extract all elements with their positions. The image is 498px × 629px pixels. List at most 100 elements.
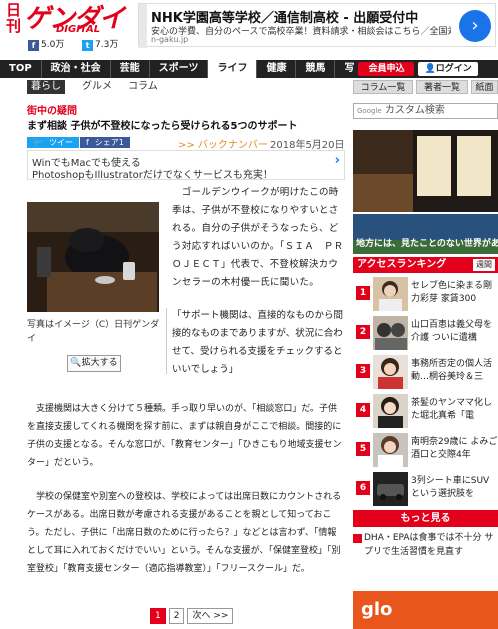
article-photo[interactable]: [27, 202, 159, 312]
chevron-right-icon[interactable]: ›: [459, 10, 491, 42]
nav-top[interactable]: TOP: [0, 60, 42, 78]
rank-number: 6: [356, 481, 370, 495]
signup-button[interactable]: 会員申込: [358, 62, 415, 76]
ranking-item-3[interactable]: 3 事務所否定の個人活動…桐谷美玲＆三: [353, 355, 498, 393]
rank-thumbnail: [373, 472, 408, 506]
banner-image: [353, 130, 498, 212]
inline-ad[interactable]: WinでもMacでも使える PhotoshopもIllustratorだけでなく…: [27, 150, 345, 181]
nav-life[interactable]: ライフ: [208, 60, 258, 78]
top-ad-banner[interactable]: NHK学園高等学校／通信制高校 - 出願受付中 安心の学費、自分のペースで高校卒…: [138, 3, 496, 48]
rank-text: 3列シート車にSUVという選択肢を: [411, 476, 490, 499]
ranking-item-4[interactable]: 4 茶髪のヤンママ化した堀北真希「電: [353, 394, 498, 432]
more-header[interactable]: もっと見る: [353, 510, 498, 527]
banner-text: 地方には、見たことのない世界がある。: [356, 239, 498, 249]
rank-thumbnail: [373, 277, 408, 311]
subnav-gourmet[interactable]: グルメ: [82, 80, 112, 94]
rank-text: 南明奈29歳に よみご酒口と交際4年: [411, 437, 498, 460]
main-nav: TOP 政治・社会 芸能 スポーツ ライフ 健康 競馬 写 会員申込 👤ログイン: [0, 60, 498, 78]
article-quote: 「サポート機関は、直接的なものから間接的なものまでありますが、状況に合わせて、受…: [172, 310, 344, 375]
article-paragraph-2: 支援機関は大きく分けて５種類。手っ取り早いのが、「相談窓口」だ。子供を直接支援し…: [27, 404, 342, 468]
nav-health[interactable]: 健康: [257, 60, 297, 78]
page-2[interactable]: 2: [168, 608, 185, 624]
share-label: シェア1: [94, 138, 124, 147]
more-item-text: DHA・EPAは食事では不十分 サプリで生活習慣を見直す: [364, 533, 494, 557]
sidebar-banner-1[interactable]: [353, 130, 498, 212]
search-icon: 🔍: [70, 358, 82, 368]
rank-number: 1: [356, 286, 370, 300]
sidebar-banner-2[interactable]: 地方には、見たことのない世界がある。: [353, 214, 498, 254]
more-item[interactable]: DHA・EPAは食事では不十分 サプリで生活習慣を見直す: [353, 531, 498, 559]
ranking-header: アクセスランキング 週間: [353, 257, 498, 273]
column-list-button[interactable]: コラム一覧: [353, 80, 413, 94]
site-logo[interactable]: 日刊 ゲンダイ DIGITAL: [4, 0, 125, 40]
rank-thumbnail: [373, 316, 408, 350]
login-label: ログイン: [435, 64, 472, 74]
next-page-button[interactable]: 次へ >>: [187, 608, 234, 624]
twitter-follow[interactable]: t 7.3万: [82, 39, 118, 51]
sub-nav: 暮らし グルメ コラム コラム一覧 著者一覧 紙面: [0, 80, 498, 94]
share-bar: 🐦 ツイー f シェア1: [27, 137, 130, 148]
nav-photo[interactable]: 写: [335, 60, 356, 78]
facebook-follow[interactable]: f 5.0万: [28, 39, 64, 51]
zoom-label: 拡大する: [81, 358, 118, 368]
page-1[interactable]: 1: [150, 608, 166, 624]
rank-text: セレブ色に染まる剛力彩芽 家賃300: [411, 281, 493, 304]
rank-text: 事務所否定の個人活動…桐谷美玲＆三: [411, 359, 493, 382]
ranking-item-5[interactable]: 5 南明奈29歳に よみご酒口と交際4年: [353, 433, 498, 471]
facebook-icon: f: [85, 138, 89, 147]
article-headline: まず相談 子供が不登校になったら受けられる5つのサポート: [27, 121, 298, 132]
article-paragraph-3: 学校の保健室や別室への登校は、学校によっては出席日数にカウントされるケースがある…: [27, 492, 342, 574]
ranking-weekly-tab[interactable]: 週間: [473, 259, 495, 271]
backnumber-link[interactable]: >> バックナンバー: [178, 136, 268, 151]
author-list-button[interactable]: 著者一覧: [416, 80, 468, 94]
nav-entertainment[interactable]: 芸能: [111, 60, 150, 78]
nav-keiba[interactable]: 競馬: [296, 60, 336, 78]
quote-divider: [166, 308, 167, 374]
rank-text: 山口百恵は義父母を介護 ついに遺構: [411, 320, 493, 343]
rank-number: 3: [356, 364, 370, 378]
rank-text: 茶髪のヤンママ化した堀北真希「電: [411, 398, 493, 421]
article-paragraph-1: ゴールデンウイークが明けたこの時季は、子供が不登校になりやすいとされる。自分の子…: [172, 187, 344, 288]
share-button[interactable]: f シェア1: [79, 137, 130, 148]
tweet-button[interactable]: 🐦 ツイー: [27, 137, 79, 148]
rank-number: 2: [356, 325, 370, 339]
paper-button[interactable]: 紙面: [471, 80, 498, 94]
nav-sports[interactable]: スポーツ: [150, 60, 209, 78]
rank-thumbnail: [373, 394, 408, 428]
ranking-item-1[interactable]: 1 セレブ色に染まる剛力彩芽 家賃300: [353, 277, 498, 315]
tweet-label: ツイー: [48, 138, 73, 147]
zoom-button[interactable]: 🔍拡大する: [67, 355, 121, 372]
ranking-item-6[interactable]: 6 3列シート車にSUVという選択肢を: [353, 472, 498, 510]
login-button[interactable]: 👤ログイン: [418, 62, 478, 76]
article-date: 2018年5月20日: [270, 140, 345, 151]
top-ad-url: n-gaku.jp: [151, 35, 189, 44]
twitter-count: 7.3万: [95, 40, 119, 50]
more-list: DHA・EPAは食事では不十分 サプリで生活習慣を見直す: [353, 531, 498, 559]
rank-number: 4: [356, 403, 370, 417]
glo-banner[interactable]: glo: [353, 591, 498, 629]
rank-thumbnail: [373, 433, 408, 467]
nav-politics[interactable]: 政治・社会: [42, 60, 111, 78]
ranking-item-2[interactable]: 2 山口百恵は義父母を介護 ついに遺構: [353, 316, 498, 354]
pagination: 1 2 次へ >>: [150, 608, 234, 624]
photo-image: [27, 202, 159, 312]
chevron-right-icon[interactable]: ›: [335, 153, 340, 168]
inline-ad-line2: PhotoshopもIllustratorだけでなくサービスも充実！: [32, 170, 273, 181]
facebook-icon: f: [28, 39, 39, 51]
search-input[interactable]: Google カスタム検索: [353, 103, 498, 119]
facebook-count: 5.0万: [41, 40, 65, 50]
rank-thumbnail: [373, 355, 408, 389]
twitter-icon: 🐦: [33, 138, 43, 147]
glo-logo: glo: [361, 599, 393, 620]
subnav-kurashi[interactable]: 暮らし: [27, 80, 65, 94]
person-icon: 👤: [424, 64, 436, 74]
rank-number: 5: [356, 442, 370, 456]
photo-caption: 写真はイメージ（C）日刊ゲンダイ: [27, 320, 160, 344]
logo-digital: DIGITAL: [56, 24, 101, 35]
ranking-title: アクセスランキング: [357, 259, 447, 270]
logo-nikkan: 日刊: [6, 1, 22, 35]
search-placeholder: カスタム検索: [384, 105, 445, 116]
subnav-column[interactable]: コラム: [128, 80, 158, 94]
twitter-icon: t: [82, 39, 93, 51]
article-category[interactable]: 街中の疑問: [27, 102, 77, 117]
